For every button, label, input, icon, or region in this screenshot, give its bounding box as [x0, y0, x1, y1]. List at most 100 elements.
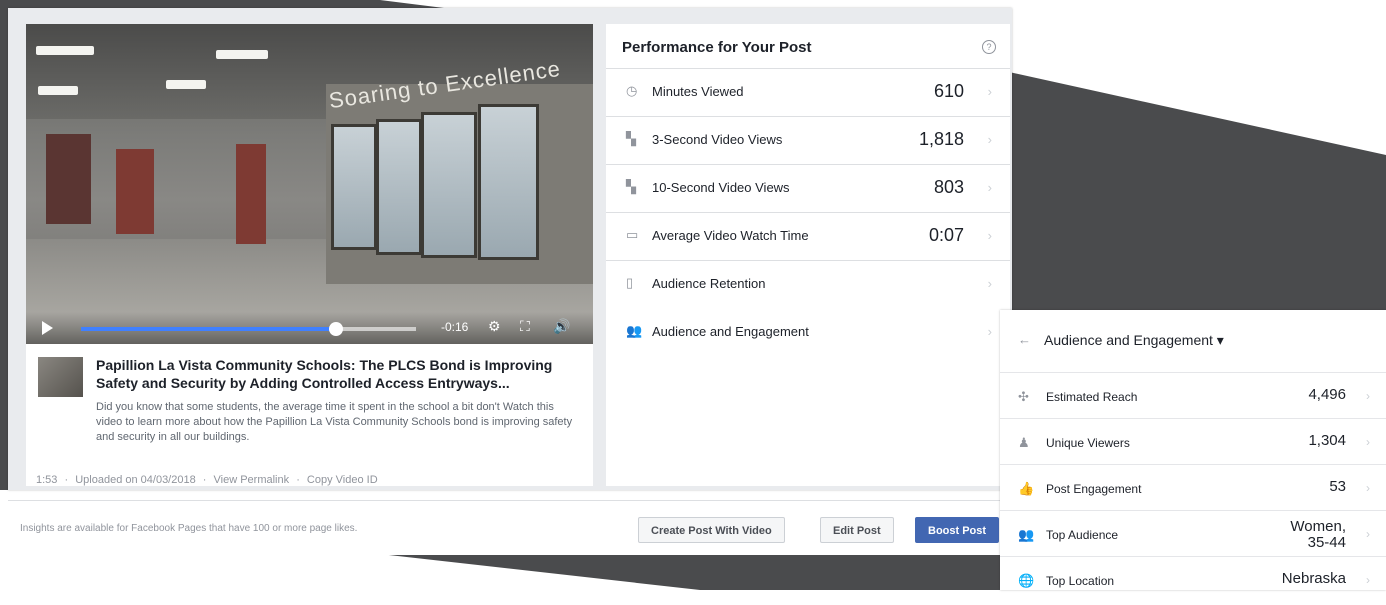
settings-icon[interactable]: ⚙: [488, 318, 501, 335]
audience-row-label: Top Audience: [1046, 528, 1119, 542]
audience-row-label: Top Location: [1046, 574, 1115, 588]
metric-row[interactable]: ▯ Audience Retention ›: [606, 260, 1010, 308]
audience-row[interactable]: ✣ Estimated Reach 4,496 ›: [1000, 372, 1386, 421]
chevron-right-icon: ›: [1366, 573, 1370, 587]
footer-note: Insights are available for Facebook Page…: [20, 523, 358, 534]
fullscreen-icon[interactable]: ⛶: [520, 318, 530, 335]
video-views-icon: ▚: [626, 131, 636, 146]
metric-label: 10-Second Video Views: [652, 180, 790, 195]
audience-row-value: 4,496: [1308, 386, 1346, 403]
video-window: [331, 124, 377, 250]
audience-engagement-panel: ← Audience and Engagement ▾ ✣ Estimated R…: [1000, 310, 1386, 590]
back-arrow-icon[interactable]: ←: [1018, 332, 1031, 347]
group-icon: 👥: [1018, 527, 1035, 542]
audience-row-label: Estimated Reach: [1046, 390, 1138, 404]
audience-row[interactable]: ♟ Unique Viewers 1,304 ›: [1000, 418, 1386, 467]
post-description: Did you know that some students, the ave…: [96, 401, 573, 443]
performance-header: Performance for Your Post ?: [606, 24, 1010, 69]
audience-row-value: Nebraska: [1281, 570, 1346, 587]
video-views-10s-icon: ▚: [626, 179, 636, 194]
meta-separator: ·: [296, 474, 300, 486]
video-door: [236, 144, 266, 244]
audience-row[interactable]: 👥 Top Audience Women, 35-44 ›: [1000, 510, 1386, 559]
chevron-right-icon: ›: [987, 324, 992, 339]
video-ceiling-light: [38, 86, 78, 95]
time-remaining: -0:16: [441, 320, 469, 334]
video-controls: -0:16 ⚙ ⛶ 🔊: [26, 312, 593, 344]
metric-label: 3-Second Video Views: [652, 132, 783, 147]
metric-label: Average Video Watch Time: [652, 228, 809, 243]
video-ceiling-light: [166, 80, 206, 89]
chevron-right-icon: ›: [987, 228, 992, 243]
metric-row[interactable]: 👥 Audience and Engagement ›: [606, 308, 1010, 356]
post-duration: 1:53: [36, 474, 58, 486]
seek-bar[interactable]: [81, 322, 416, 336]
audience-row-value: 1,304: [1308, 432, 1346, 449]
post-upload-date: Uploaded on 04/03/2018: [75, 474, 196, 486]
reach-icon: ✣: [1018, 389, 1029, 404]
video-player[interactable]: Soaring to Excellence -0:16 ⚙ ⛶ 🔊: [26, 24, 593, 344]
post-preview: Soaring to Excellence -0:16 ⚙ ⛶ 🔊 Papill…: [26, 24, 593, 486]
play-icon[interactable]: [42, 321, 53, 335]
metric-row[interactable]: ▚ 3-Second Video Views 1,818 ›: [606, 116, 1010, 165]
audience-row-value: 53: [1329, 478, 1346, 495]
audience-row[interactable]: 👍 Post Engagement 53 ›: [1000, 464, 1386, 513]
metric-row[interactable]: ◷ Minutes Viewed 610 ›: [606, 68, 1010, 117]
audience-row-label: Post Engagement: [1046, 482, 1142, 496]
post-title[interactable]: Papillion La Vista Community Schools: Th…: [96, 356, 576, 392]
post-insights-card: Soaring to Excellence -0:16 ⚙ ⛶ 🔊 Papill…: [8, 8, 1020, 555]
chevron-right-icon: ›: [1366, 389, 1370, 403]
like-icon: 👍: [1018, 481, 1035, 496]
video-door: [116, 149, 154, 234]
video-door: [46, 134, 91, 224]
volume-icon[interactable]: 🔊: [553, 318, 570, 335]
chevron-right-icon: ›: [987, 276, 992, 291]
background-shape-left: [0, 10, 8, 490]
video-ceiling-light: [216, 50, 268, 59]
edit-post-button[interactable]: Edit Post: [820, 517, 894, 543]
performance-title: Performance for Your Post: [622, 39, 812, 56]
clock-icon: ◷: [626, 83, 638, 98]
chevron-right-icon: ›: [987, 180, 992, 195]
post-footer: Insights are available for Facebook Page…: [8, 500, 1020, 555]
metric-row[interactable]: ▚ 10-Second Video Views 803 ›: [606, 164, 1010, 213]
chevron-right-icon: ›: [987, 132, 992, 147]
meta-separator: ·: [64, 474, 69, 486]
create-post-with-video-button[interactable]: Create Post With Video: [638, 517, 785, 543]
audience-engagement-icon: 👥: [626, 323, 643, 338]
metric-label: Minutes Viewed: [652, 84, 744, 99]
chevron-right-icon: ›: [1366, 527, 1370, 541]
globe-icon: 🌐: [1018, 573, 1035, 588]
video-ceiling-light: [36, 46, 94, 55]
watch-time-icon: ▭: [626, 227, 639, 242]
metric-row[interactable]: ▭ Average Video Watch Time 0:07 ›: [606, 212, 1010, 261]
seek-progress: [81, 327, 336, 331]
metric-label: Audience and Engagement: [652, 324, 809, 339]
copy-video-id-link[interactable]: Copy Video ID: [307, 474, 378, 486]
metric-value: 0:07: [928, 225, 964, 245]
view-permalink-link[interactable]: View Permalink: [214, 474, 290, 486]
video-window: [421, 112, 477, 258]
seek-handle[interactable]: [328, 322, 343, 336]
performance-panel: Performance for Your Post ? ◷ Minutes Vie…: [606, 24, 1010, 486]
post-thumbnail: [38, 357, 83, 397]
audience-row-value: Women, 35-44: [1290, 518, 1346, 551]
video-window: [478, 104, 539, 260]
audience-row[interactable]: 🌐 Top Location Nebraska ›: [1000, 556, 1386, 605]
video-window: [376, 119, 422, 255]
audience-row-label: Unique Viewers: [1046, 436, 1130, 450]
help-icon[interactable]: ?: [982, 40, 996, 54]
metric-value: 610: [933, 81, 964, 101]
audience-engagement-dropdown[interactable]: Audience and Engagement ▾: [1044, 332, 1224, 349]
audience-retention-icon: ▯: [626, 275, 634, 290]
post-meta: 1:53 · Uploaded on 04/03/2018 · View Per…: [36, 474, 576, 486]
meta-separator: ·: [202, 474, 207, 486]
chevron-right-icon: ›: [1366, 481, 1370, 495]
person-icon: ♟: [1018, 435, 1030, 450]
metric-value: 803: [933, 177, 964, 197]
background-shape-right: [1000, 70, 1386, 310]
boost-post-button[interactable]: Boost Post: [915, 517, 1000, 543]
metric-label: Audience Retention: [652, 276, 766, 291]
chevron-right-icon: ›: [1366, 435, 1370, 449]
chevron-right-icon: ›: [987, 84, 992, 99]
